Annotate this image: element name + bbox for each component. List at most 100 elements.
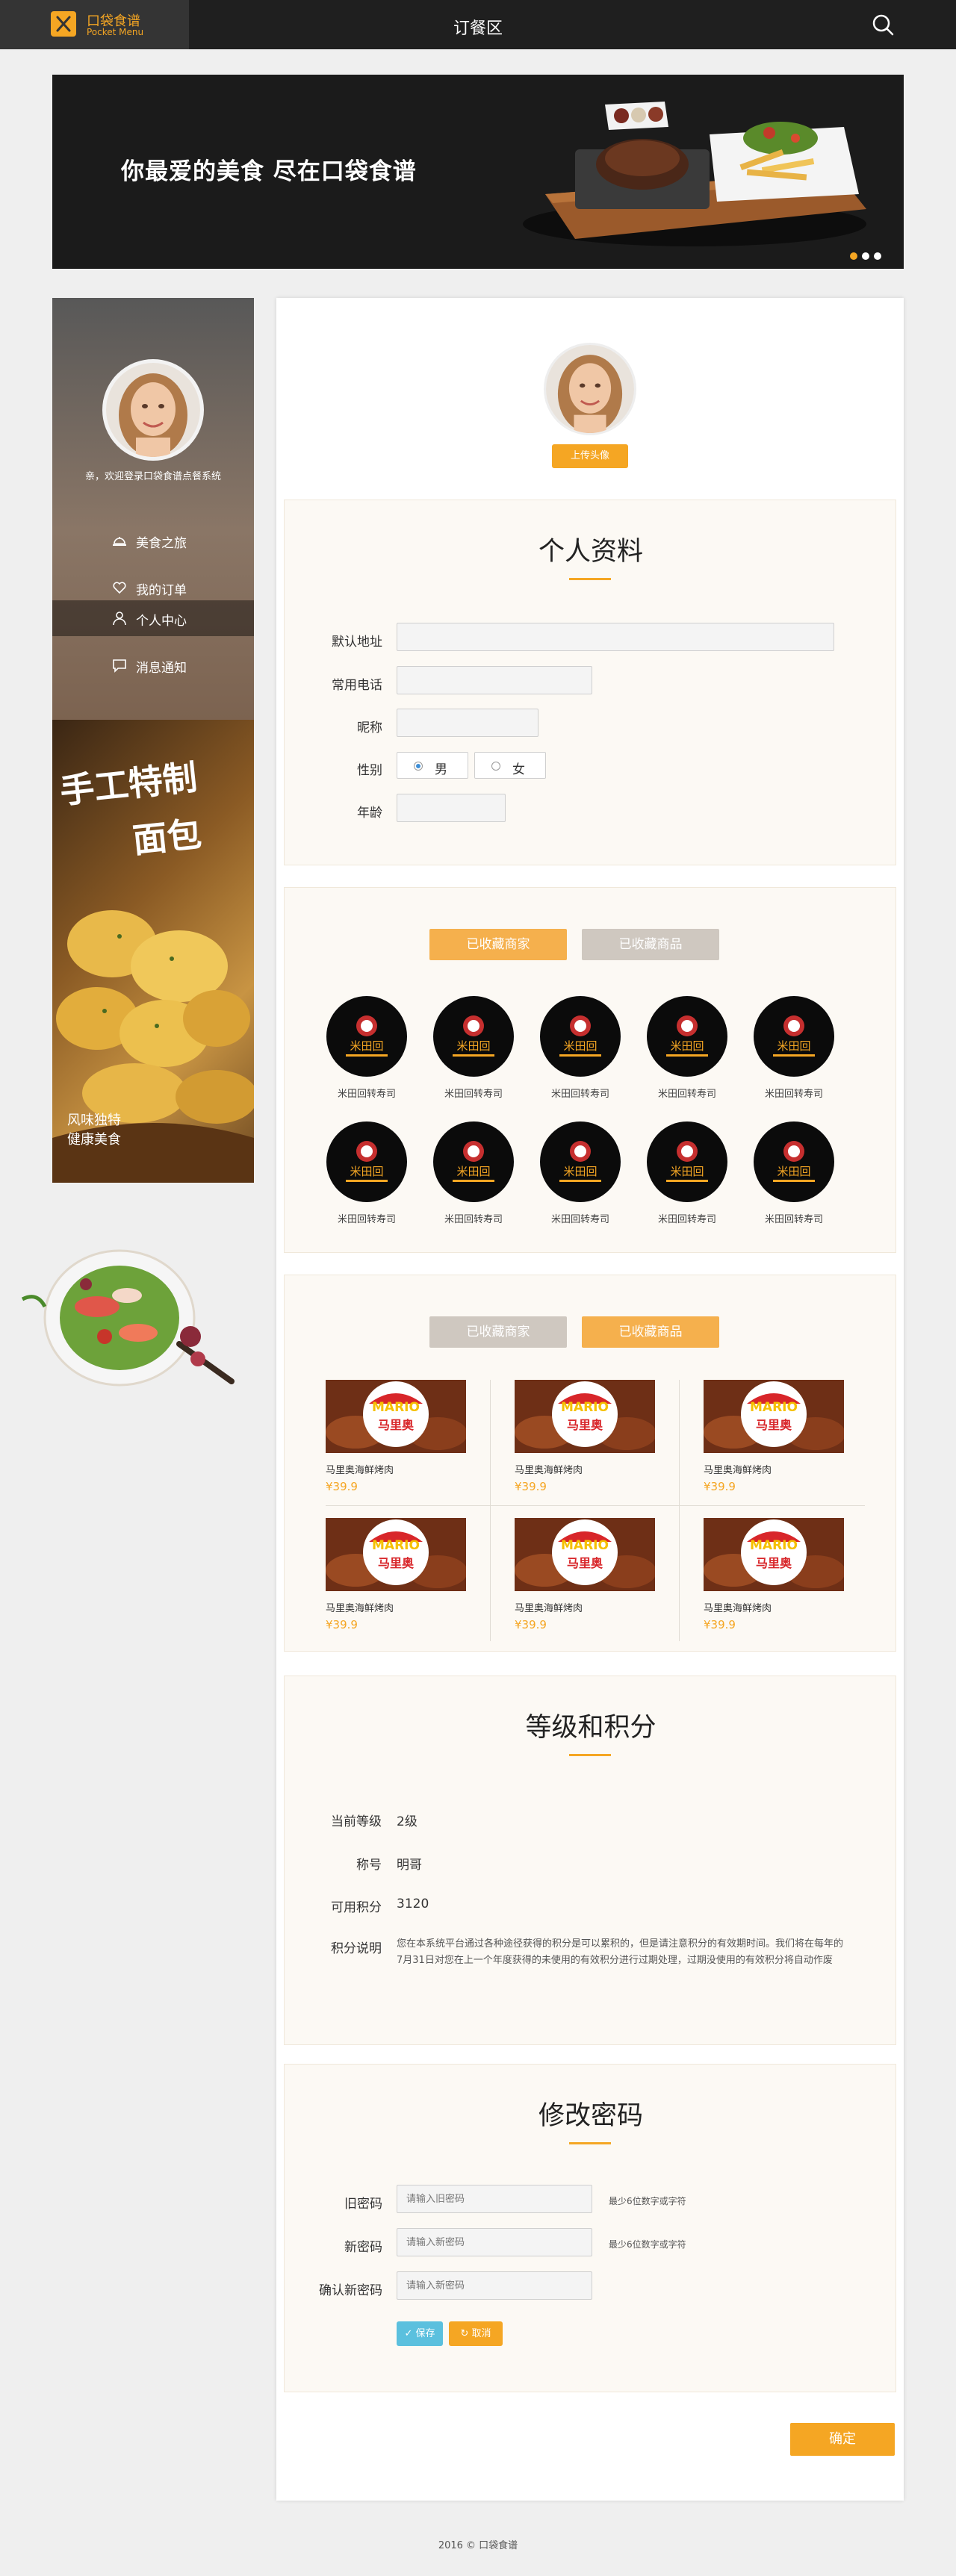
product-name: 马里奥海鲜烤肉 bbox=[515, 1465, 583, 1476]
product-price: ¥39.9 bbox=[515, 1480, 547, 1493]
product-image: MARIO 马里奥 bbox=[704, 1380, 844, 1453]
avatar[interactable] bbox=[102, 359, 204, 461]
title-underline bbox=[569, 2142, 611, 2144]
favorite-shop-item[interactable]: 米田回 米田回转寿司 bbox=[646, 1121, 728, 1225]
favorite-shop-item[interactable]: 米田回 米田回转寿司 bbox=[432, 996, 515, 1100]
sidebar-item-label: 我的订单 bbox=[136, 583, 187, 598]
product-brand-cn: 马里奥 bbox=[378, 1556, 415, 1570]
message-icon bbox=[112, 658, 127, 673]
title-value: 明哥 bbox=[397, 1858, 422, 1873]
carousel-dot[interactable] bbox=[862, 252, 869, 260]
product-brand-cn: 马里奥 bbox=[567, 1418, 603, 1432]
welcome-text: 亲，欢迎登录口袋食谱点餐系统 bbox=[84, 471, 221, 482]
user-icon bbox=[112, 611, 127, 626]
logo[interactable]: 口袋食谱 Pocket Menu bbox=[0, 0, 189, 49]
sidebar-item-label: 个人中心 bbox=[136, 614, 187, 629]
divider bbox=[490, 1380, 491, 1641]
shop-name: 米田回转寿司 bbox=[550, 1214, 609, 1225]
gender-male-label: 男 bbox=[435, 762, 447, 777]
points-description: 您在本系统平台通过各种途径获得的积分是可以累积的，但是请注意积分的有效期时间。我… bbox=[397, 1938, 844, 1966]
heart-icon bbox=[112, 580, 127, 595]
tab-favorite-shops[interactable]: 已收藏商家 bbox=[429, 1316, 567, 1348]
product-name: 马里奥海鲜烤肉 bbox=[704, 1465, 772, 1476]
promo-bread-ad[interactable]: 手工特制 面包 风味独特 健康美食 bbox=[52, 720, 254, 1183]
favorite-shop-item[interactable]: 米田回 米田回转寿司 bbox=[326, 1121, 408, 1225]
product-name: 马里奥海鲜烤肉 bbox=[326, 1465, 394, 1476]
favorite-product-item[interactable]: MARIO 马里奥 马里奥海鲜烤肉 ¥39.9 bbox=[704, 1518, 853, 1631]
favorite-shop-item[interactable]: 米田回 米田回转寿司 bbox=[753, 1121, 835, 1225]
favorite-shop-item[interactable]: 米田回 米田回转寿司 bbox=[539, 996, 621, 1100]
top-navbar: 口袋食谱 Pocket Menu 订餐区 bbox=[0, 0, 956, 49]
logo-subtitle: Pocket Menu bbox=[87, 27, 144, 37]
product-brand: MARIO bbox=[750, 1400, 798, 1415]
favorite-shop-item[interactable]: 米田回 米田回转寿司 bbox=[646, 996, 728, 1100]
section-title: 等级和积分 bbox=[525, 1713, 657, 1743]
promo-subtitle: 风味独特 健康美食 bbox=[67, 1113, 121, 1148]
sidebar-item-profile[interactable]: 个人中心 bbox=[52, 600, 254, 636]
favorite-product-item[interactable]: MARIO 马里奥 马里奥海鲜烤肉 ¥39.9 bbox=[515, 1518, 664, 1631]
favorite-product-item[interactable]: MARIO 马里奥马里奥海鲜烤肉 ¥39.9 bbox=[515, 1380, 664, 1493]
sidebar: 亲，欢迎登录口袋食谱点餐系统 美食之旅 我的订单 个人中心 消息通知 bbox=[52, 298, 254, 720]
carousel-dot[interactable] bbox=[850, 252, 857, 260]
fork-knife-icon bbox=[51, 11, 76, 37]
favorite-product-item[interactable]: MARIO 马里奥 马里奥海鲜烤肉 ¥39.9 bbox=[326, 1380, 475, 1493]
product-image: MARIO 马里奥 bbox=[326, 1518, 466, 1591]
carousel-dots bbox=[850, 249, 886, 263]
phone-input[interactable] bbox=[397, 666, 592, 694]
shop-logo: 米田回 bbox=[433, 1121, 514, 1202]
favorite-shop-item[interactable]: 米田回 米田回转寿司 bbox=[753, 996, 835, 1100]
product-price: ¥39.9 bbox=[326, 1480, 358, 1493]
title-underline bbox=[569, 1754, 611, 1756]
title-label: 称号 bbox=[356, 1858, 382, 1873]
cancel-button[interactable]: ↻ 取消 bbox=[449, 2321, 503, 2346]
product-brand-cn: 马里奥 bbox=[756, 1556, 792, 1570]
product-image: MARIO 马里奥 bbox=[704, 1518, 844, 1591]
sidebar-item-food-tour[interactable]: 美食之旅 bbox=[52, 523, 254, 559]
product-name: 马里奥海鲜烤肉 bbox=[515, 1603, 583, 1614]
upload-avatar-button[interactable]: 上传头像 bbox=[552, 444, 628, 468]
tab-favorite-shops[interactable]: 已收藏商家 bbox=[429, 929, 567, 960]
tab-favorite-products[interactable]: 已收藏商品 bbox=[582, 929, 719, 960]
shop-name: 米田回转寿司 bbox=[657, 1214, 716, 1225]
favorite-shop-item[interactable]: 米田回 米田回转寿司 bbox=[326, 996, 408, 1100]
favorite-shop-item[interactable]: 米田回 米田回转寿司 bbox=[539, 1121, 621, 1225]
save-button[interactable]: ✓ 保存 bbox=[397, 2321, 443, 2346]
search-icon[interactable] bbox=[871, 13, 895, 37]
age-label: 年龄 bbox=[357, 806, 382, 821]
refresh-icon: ↻ bbox=[460, 2328, 472, 2339]
dish-icon bbox=[112, 533, 127, 548]
product-price: ¥39.9 bbox=[704, 1618, 736, 1631]
old-password-label: 旧密码 bbox=[344, 2197, 382, 2212]
level-label: 当前等级 bbox=[331, 1814, 382, 1829]
product-brand: MARIO bbox=[561, 1538, 609, 1553]
favorite-products-section: 已收藏商家 已收藏商品 MARIO 马里奥 马里奥海鲜烤肉 ¥39.9 MARIO 马里奥… bbox=[284, 1275, 896, 1652]
nickname-input[interactable] bbox=[397, 709, 538, 737]
radio-selected-icon bbox=[414, 762, 423, 771]
favorite-product-item[interactable]: MARIO 马里奥 马里奥海鲜烤肉 ¥39.9 bbox=[326, 1518, 475, 1631]
gender-label: 性别 bbox=[357, 763, 382, 778]
shop-logo: 米田回 bbox=[754, 1121, 834, 1202]
product-image: MARIO 马里奥 bbox=[515, 1380, 655, 1453]
product-price: ¥39.9 bbox=[326, 1618, 358, 1631]
sidebar-item-messages[interactable]: 消息通知 bbox=[52, 647, 254, 683]
product-image: MARIO 马里奥 bbox=[515, 1518, 655, 1591]
carousel-dot[interactable] bbox=[874, 252, 881, 260]
banner-carousel[interactable]: 你最爱的美食 尽在口袋食谱 bbox=[52, 75, 904, 269]
old-password-input[interactable] bbox=[397, 2185, 592, 2213]
favorite-shop-item[interactable]: 米田回 米田回转寿司 bbox=[432, 1121, 515, 1225]
product-price: ¥39.9 bbox=[704, 1480, 736, 1493]
gender-female-radio[interactable]: 女 bbox=[474, 752, 546, 779]
confirm-password-input[interactable] bbox=[397, 2271, 592, 2300]
favorite-product-item[interactable]: MARIO 马里奥马里奥海鲜烤肉 ¥39.9 bbox=[704, 1380, 853, 1493]
confirm-button[interactable]: 确定 bbox=[790, 2423, 895, 2456]
profile-avatar[interactable] bbox=[544, 343, 636, 435]
age-input[interactable] bbox=[397, 794, 506, 822]
tab-favorite-products[interactable]: 已收藏商品 bbox=[582, 1316, 719, 1348]
product-brand: MARIO bbox=[372, 1538, 420, 1553]
cancel-label: 取消 bbox=[471, 2328, 491, 2339]
shop-logo: 米田回 bbox=[433, 996, 514, 1077]
new-password-input[interactable] bbox=[397, 2228, 592, 2256]
address-input[interactable] bbox=[397, 623, 834, 651]
level-points-section: 等级和积分 当前等级 2级 称号 明哥 可用积分 3120 积分说明 您在本系统… bbox=[284, 1676, 896, 2045]
gender-male-radio[interactable]: 男 bbox=[397, 752, 468, 779]
